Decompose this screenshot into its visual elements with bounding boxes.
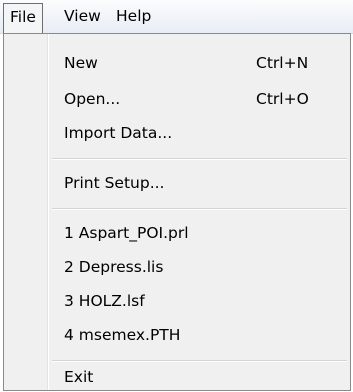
file-menu-dropdown: New Ctrl+N Open... Ctrl+O Import Data...… [3, 33, 351, 391]
menu-item-new[interactable]: New [64, 48, 98, 78]
icon-gutter-highlight [48, 34, 49, 390]
menu-separator [52, 360, 347, 362]
menu-item-print-setup[interactable]: Print Setup... [64, 168, 164, 198]
menu-help[interactable]: Help [110, 0, 157, 33]
menu-separator [52, 208, 347, 210]
menu-file[interactable]: File [3, 3, 43, 34]
menu-item-exit[interactable]: Exit [64, 362, 93, 392]
menu-separator [52, 158, 347, 160]
menu-item-open-shortcut: Ctrl+O [256, 90, 309, 108]
menu-item-open[interactable]: Open... [64, 84, 120, 114]
menu-item-recent-file-1[interactable]: 1 Aspart_POI.prl [64, 218, 189, 248]
menu-item-recent-file-4[interactable]: 4 msemex.PTH [64, 320, 180, 350]
menu-item-recent-file-3[interactable]: 3 HOLZ.lsf [64, 286, 145, 316]
menu-bar: File View Help [0, 0, 353, 34]
menu-item-recent-file-2[interactable]: 2 Depress.lis [64, 252, 163, 282]
menu-item-new-shortcut: Ctrl+N [256, 54, 309, 72]
menu-item-import-data[interactable]: Import Data... [64, 118, 172, 148]
menu-view[interactable]: View [58, 0, 107, 33]
